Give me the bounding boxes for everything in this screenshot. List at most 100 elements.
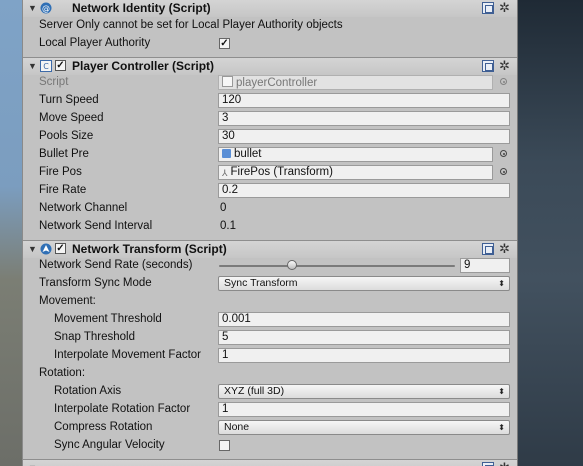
move-speed-row: Move Speed 3 [23, 110, 517, 128]
transform-icon: ⅄ [222, 168, 228, 178]
network-channel-row: Network Channel 0 [23, 200, 517, 218]
help-icon[interactable] [482, 462, 494, 466]
fold-triangle-icon[interactable]: ▼ [28, 3, 37, 13]
interp-movement-row: Interpolate Movement Factor 1 [23, 347, 517, 365]
sync-angular-row: Sync Angular Velocity [23, 437, 517, 455]
prefab-cube-icon [222, 149, 231, 158]
movement-threshold-input[interactable]: 0.001 [218, 312, 510, 327]
dropdown-arrow-icon: ⬍ [498, 387, 505, 396]
gear-icon[interactable]: ✲ [499, 58, 510, 74]
network-transform-header[interactable]: ▼ ✓ Network Transform (Script) ✲ [23, 240, 517, 258]
interp-movement-input[interactable]: 1 [218, 348, 510, 363]
send-rate-slider-thumb[interactable] [287, 260, 298, 270]
snap-threshold-label: Snap Threshold [54, 331, 135, 343]
turn-speed-row: Turn Speed 120 [23, 92, 517, 110]
compress-rotation-label: Compress Rotation [54, 421, 153, 433]
help-icon[interactable] [482, 60, 494, 72]
dropdown-arrow-icon: ⬍ [498, 279, 505, 288]
network-transform-title: Network Transform (Script) [72, 242, 227, 256]
next-component-header[interactable]: ▼ ✲ [23, 459, 517, 466]
snap-threshold-input[interactable]: 5 [218, 330, 510, 345]
bullet-pre-row: Bullet Pre bullet [23, 146, 517, 164]
turn-speed-input[interactable]: 120 [218, 93, 510, 108]
gear-icon[interactable]: ✲ [499, 241, 510, 257]
sync-angular-label: Sync Angular Velocity [54, 439, 165, 451]
rotation-heading-row: Rotation: [23, 365, 517, 383]
fire-rate-label: Fire Rate [39, 184, 87, 196]
snap-threshold-row: Snap Threshold 5 [23, 329, 517, 347]
network-identity-icon: @ [40, 2, 52, 14]
send-rate-row: Network Send Rate (seconds) 9 [23, 257, 517, 275]
svg-text:C: C [43, 62, 49, 71]
sync-mode-dropdown[interactable]: Sync Transform ⬍ [218, 276, 510, 291]
player-controller-header[interactable]: ▼ C ✓ Player Controller (Script) ✲ [23, 57, 517, 75]
local-player-authority-checkbox[interactable]: ✓ [219, 38, 230, 49]
movement-threshold-label: Movement Threshold [54, 313, 162, 325]
turn-speed-label: Turn Speed [39, 94, 99, 106]
player-controller-enabled-checkbox[interactable]: ✓ [55, 60, 66, 71]
player-controller-title: Player Controller (Script) [72, 59, 215, 73]
interp-rotation-input[interactable]: 1 [218, 402, 510, 417]
bullet-pre-label: Bullet Pre [39, 148, 89, 160]
inspector-panel: ▼ @ Network Identity (Script) ✲ Server O… [22, 0, 518, 466]
move-speed-input[interactable]: 3 [218, 111, 510, 126]
fold-triangle-icon[interactable]: ▼ [28, 244, 37, 254]
move-speed-label: Move Speed [39, 112, 104, 124]
fire-rate-input[interactable]: 0.2 [218, 183, 510, 198]
script-file-icon [222, 76, 233, 87]
csharp-script-icon: C [40, 60, 52, 72]
sync-mode-label: Transform Sync Mode [39, 277, 152, 289]
authority-notice: Server Only cannot be set for Local Play… [39, 19, 343, 31]
scene-view-left [0, 0, 22, 466]
rotation-heading: Rotation: [39, 367, 86, 379]
fold-triangle-icon[interactable]: ▼ [28, 61, 37, 71]
notice-row: Server Only cannot be set for Local Play… [23, 17, 517, 35]
local-player-authority-row: Local Player Authority ✓ [23, 35, 517, 53]
network-channel-value: 0 [220, 202, 227, 214]
movement-heading-row: Movement: [23, 293, 517, 311]
rotation-axis-dropdown[interactable]: XYZ (full 3D) ⬍ [218, 384, 510, 399]
gear-icon[interactable]: ✲ [499, 0, 510, 16]
fire-rate-row: Fire Rate 0.2 [23, 182, 517, 200]
interp-rotation-label: Interpolate Rotation Factor [54, 403, 191, 415]
object-picker-icon[interactable] [500, 150, 507, 157]
movement-threshold-row: Movement Threshold 0.001 [23, 311, 517, 329]
help-icon[interactable] [482, 243, 494, 255]
help-icon[interactable] [482, 2, 494, 14]
network-transform-enabled-checkbox[interactable]: ✓ [55, 243, 66, 254]
network-identity-header[interactable]: ▼ @ Network Identity (Script) ✲ [23, 0, 517, 17]
network-send-interval-row: Network Send Interval 0.1 [23, 218, 517, 236]
sync-mode-row: Transform Sync Mode Sync Transform ⬍ [23, 275, 517, 293]
object-picker-icon[interactable] [500, 168, 507, 175]
bullet-pre-field[interactable]: bullet [218, 147, 493, 162]
fire-pos-label: Fire Pos [39, 166, 82, 178]
sync-angular-checkbox[interactable] [219, 440, 230, 451]
svg-text:@: @ [42, 4, 50, 13]
send-rate-label: Network Send Rate (seconds) [39, 259, 193, 271]
rotation-axis-row: Rotation Axis XYZ (full 3D) ⬍ [23, 383, 517, 401]
movement-heading: Movement: [39, 295, 96, 307]
rotation-axis-label: Rotation Axis [54, 385, 122, 397]
send-rate-input[interactable]: 9 [460, 258, 510, 273]
dropdown-arrow-icon: ⬍ [498, 423, 505, 432]
interp-rotation-row: Interpolate Rotation Factor 1 [23, 401, 517, 419]
network-send-interval-value: 0.1 [220, 220, 236, 232]
pools-size-input[interactable]: 30 [218, 129, 510, 144]
network-channel-label: Network Channel [39, 202, 128, 214]
script-field: playerController [218, 75, 493, 90]
network-transform-icon [40, 243, 52, 255]
script-row: Script playerController [23, 74, 517, 92]
compress-rotation-dropdown[interactable]: None ⬍ [218, 420, 510, 435]
pools-size-row: Pools Size 30 [23, 128, 517, 146]
object-picker-icon [500, 78, 507, 85]
compress-rotation-row: Compress Rotation None ⬍ [23, 419, 517, 437]
network-send-interval-label: Network Send Interval [39, 220, 153, 232]
local-player-authority-label: Local Player Authority [39, 37, 151, 49]
send-rate-slider-track[interactable] [219, 265, 455, 267]
script-label: Script [39, 76, 69, 88]
gear-icon[interactable]: ✲ [499, 460, 510, 466]
interp-movement-label: Interpolate Movement Factor [54, 349, 202, 361]
pools-size-label: Pools Size [39, 130, 94, 142]
network-identity-title: Network Identity (Script) [72, 1, 211, 15]
fire-pos-field[interactable]: ⅄ FirePos (Transform) [218, 165, 493, 180]
